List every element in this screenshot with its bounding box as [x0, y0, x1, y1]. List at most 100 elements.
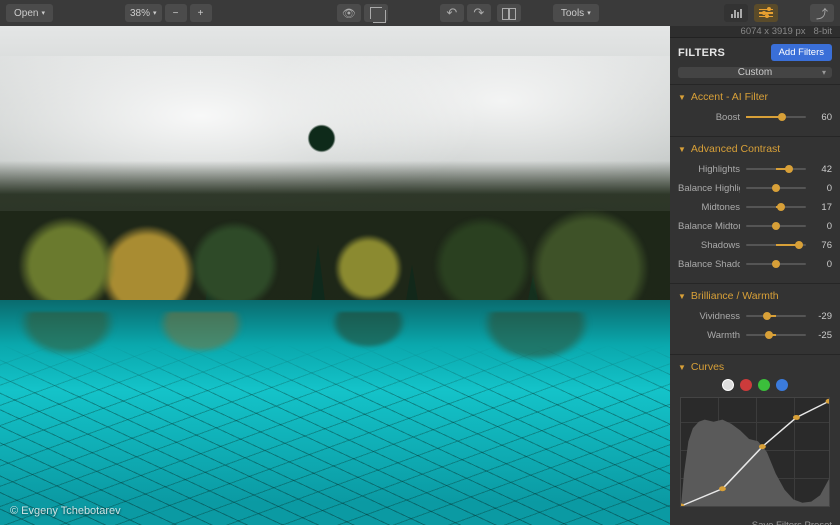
image-credit: © Evgeny Tchebotarev	[10, 505, 121, 517]
section-brilliance: ▼ Brilliance / Warmth Vividness-29 Warmth…	[670, 283, 840, 354]
panel-title: FILTERS	[678, 47, 725, 59]
channel-luminosity[interactable]	[722, 379, 734, 391]
save-preset-link[interactable]: Save Filters Preset	[670, 515, 840, 525]
curves-editor[interactable]	[680, 397, 830, 507]
section-name: Brilliance / Warmth	[691, 290, 779, 302]
open-menu[interactable]: Open ▾	[6, 4, 53, 22]
slider-balance-shadow[interactable]: Balance Shadow 0	[678, 256, 832, 272]
tools-label: Tools	[561, 8, 584, 19]
zoom-value: 38%	[130, 8, 150, 19]
crop-tool[interactable]	[364, 4, 388, 22]
slider-vividness[interactable]: Vividness-29	[678, 308, 832, 324]
slider-track[interactable]	[746, 225, 806, 227]
section-header-accent[interactable]: ▼ Accent - AI Filter	[678, 91, 832, 103]
preset-value: Custom	[738, 67, 772, 78]
slider-track[interactable]	[746, 168, 806, 170]
slider-label: Balance Shadow	[678, 259, 740, 270]
curve-channel-picker	[678, 379, 832, 391]
share-button[interactable]	[810, 4, 834, 22]
slider-boost[interactable]: Boost60	[678, 109, 832, 125]
chevron-down-icon: ▾	[587, 9, 591, 17]
slider-value: 17	[812, 202, 832, 213]
slider-shadows[interactable]: Shadows 76	[678, 237, 832, 253]
slider-highlights[interactable]: Highlights42	[678, 161, 832, 177]
section-header-contrast[interactable]: ▼ Advanced Contrast	[678, 143, 832, 155]
slider-thumb[interactable]	[772, 260, 780, 268]
redo-button[interactable]	[467, 4, 491, 22]
slider-label: Highlights	[678, 164, 740, 175]
zoom-out-button[interactable]: −	[165, 4, 187, 22]
slider-label: Warmth	[678, 330, 740, 341]
image-dimensions: 6074 x 3919 px	[741, 26, 806, 37]
add-filters-button[interactable]: Add Filters	[771, 44, 832, 61]
slider-track[interactable]	[746, 315, 806, 317]
redo-icon	[473, 5, 484, 21]
compare-button[interactable]	[497, 4, 521, 22]
slider-label: Vividness	[678, 311, 740, 322]
curve-point[interactable]	[681, 504, 684, 506]
slider-value: 76	[812, 240, 832, 251]
section-accent: ▼ Accent - AI Filter Boost60	[670, 84, 840, 136]
histogram-panel-button[interactable]	[724, 4, 748, 22]
disclosure-icon: ▼	[678, 145, 686, 154]
image-bit-depth: 8-bit	[814, 26, 832, 37]
curve-line	[681, 398, 829, 506]
disclosure-icon: ▼	[678, 93, 686, 102]
slider-thumb[interactable]	[772, 184, 780, 192]
histogram-icon	[731, 8, 742, 18]
slider-value: 0	[812, 259, 832, 270]
channel-red[interactable]	[740, 379, 752, 391]
slider-thumb[interactable]	[763, 312, 771, 320]
slider-thumb[interactable]	[772, 222, 780, 230]
slider-thumb[interactable]	[785, 165, 793, 173]
slider-track[interactable]	[746, 334, 806, 336]
filters-sidebar: 6074 x 3919 px 8-bit FILTERS Add Filters…	[670, 26, 840, 525]
slider-value: 0	[812, 183, 832, 194]
section-curves: ▼ Curves	[670, 354, 840, 515]
section-header-brilliance[interactable]: ▼ Brilliance / Warmth	[678, 290, 832, 302]
slider-warmth[interactable]: Warmth -25	[678, 327, 832, 343]
channel-blue[interactable]	[776, 379, 788, 391]
slider-thumb[interactable]	[765, 331, 773, 339]
section-header-curves[interactable]: ▼ Curves	[678, 361, 832, 373]
slider-value: -25	[812, 330, 832, 341]
slider-track[interactable]	[746, 244, 806, 246]
zoom-in-button[interactable]: +	[190, 4, 212, 22]
slider-label: Boost	[678, 112, 740, 123]
section-name: Accent - AI Filter	[691, 91, 768, 103]
top-toolbar: Open ▾ 38% ▾ − + Tools ▾	[0, 0, 840, 26]
slider-thumb[interactable]	[795, 241, 803, 249]
plus-icon: +	[198, 8, 204, 19]
slider-thumb[interactable]	[778, 113, 786, 121]
slider-track[interactable]	[746, 206, 806, 208]
zoom-controls: 38% ▾ − +	[125, 4, 212, 22]
crop-icon	[370, 7, 382, 19]
curve-point[interactable]	[759, 444, 766, 449]
preset-dropdown[interactable]: Custom	[678, 67, 832, 78]
open-label: Open	[14, 8, 38, 19]
curve-point[interactable]	[719, 486, 726, 491]
undo-button[interactable]	[440, 4, 464, 22]
zoom-value-dropdown[interactable]: 38% ▾	[125, 4, 162, 22]
section-contrast: ▼ Advanced Contrast Highlights42 Balance …	[670, 136, 840, 283]
slider-balance-highligh[interactable]: Balance Highligh0	[678, 180, 832, 196]
channel-green[interactable]	[758, 379, 770, 391]
eye-icon	[342, 7, 356, 20]
slider-balance-midtone[interactable]: Balance Midtone 0	[678, 218, 832, 234]
slider-midtones[interactable]: Midtones17	[678, 199, 832, 215]
slider-track[interactable]	[746, 263, 806, 265]
chevron-down-icon: ▾	[41, 9, 45, 17]
slider-label: Shadows	[678, 240, 740, 251]
preview-toggle[interactable]	[337, 4, 361, 22]
filters-panel-button[interactable]	[754, 4, 778, 22]
slider-label: Balance Midtone	[678, 221, 740, 232]
slider-track[interactable]	[746, 116, 806, 118]
photo: © Evgeny Tchebotarev	[0, 26, 670, 525]
image-canvas[interactable]: © Evgeny Tchebotarev	[0, 26, 670, 525]
tools-menu[interactable]: Tools ▾	[553, 4, 599, 22]
slider-thumb[interactable]	[777, 203, 785, 211]
curve-point[interactable]	[793, 415, 800, 420]
undo-icon	[446, 5, 457, 21]
slider-value: 0	[812, 221, 832, 232]
slider-track[interactable]	[746, 187, 806, 189]
